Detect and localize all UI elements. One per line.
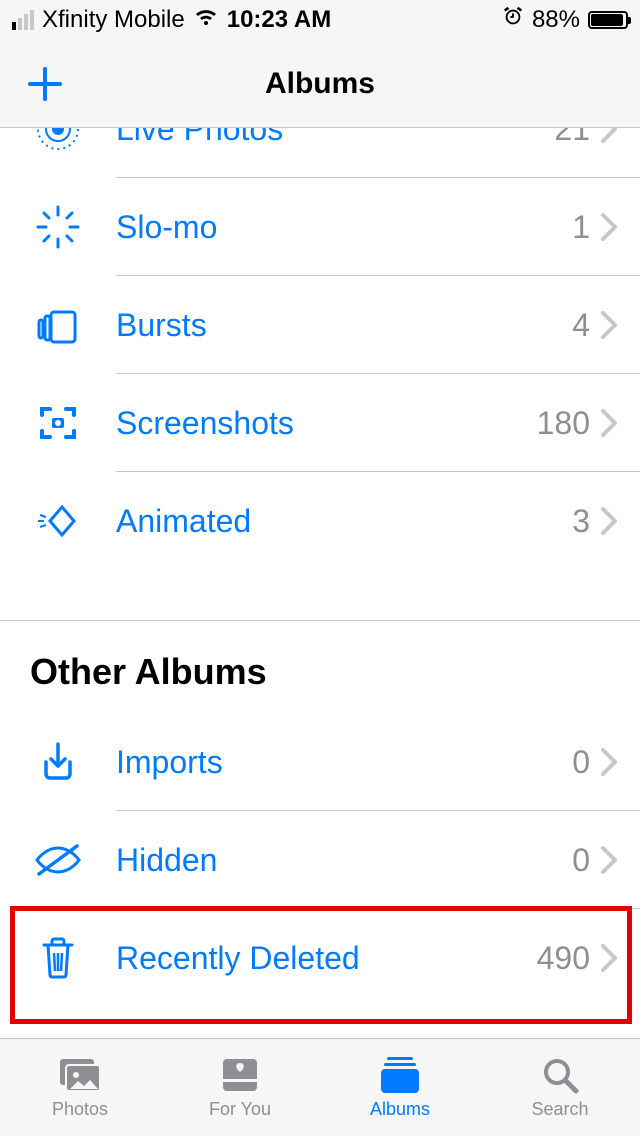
row-count: 4 [572,307,590,344]
albums-tab-icon [376,1055,424,1095]
tab-for-you[interactable]: For You [160,1039,320,1136]
status-bar: Xfinity Mobile 10:23 AM 88% [0,0,640,40]
chevron-right-icon [600,213,618,241]
search-tab-icon [536,1055,584,1095]
status-right: 88% [502,6,628,35]
row-bursts[interactable]: Bursts 4 [0,276,640,374]
add-button[interactable] [24,63,66,105]
row-count: 1 [572,209,590,246]
trash-icon [30,930,86,986]
slomo-icon [30,199,86,255]
row-count: 21 [554,128,590,148]
chevron-right-icon [600,846,618,874]
row-count: 0 [572,842,590,879]
bursts-icon [30,297,86,353]
row-label: Animated [116,503,572,540]
screenshots-icon [30,395,86,451]
chevron-right-icon [600,311,618,339]
row-label: Bursts [116,307,572,344]
chevron-right-icon [600,409,618,437]
time-label: 10:23 AM [227,6,331,34]
cell-signal-icon [12,10,34,30]
chevron-right-icon [600,507,618,535]
tab-bar: Photos For You Albums Sear [0,1038,640,1136]
tab-photos[interactable]: Photos [0,1039,160,1136]
row-label: Imports [116,744,572,781]
row-imports[interactable]: Imports 0 [0,713,640,811]
row-live-photos[interactable]: Live Photos 21 [0,128,640,178]
row-label: Live Photos [116,128,554,148]
tab-label: Albums [370,1099,430,1120]
row-count: 490 [537,940,590,977]
battery-icon [588,11,628,29]
row-recently-deleted[interactable]: Recently Deleted 490 [0,909,640,1007]
chevron-right-icon [600,944,618,972]
tab-albums[interactable]: Albums [320,1039,480,1136]
status-left: Xfinity Mobile 10:23 AM [12,6,331,34]
page-title: Albums [265,67,375,101]
carrier-label: Xfinity Mobile [42,6,185,34]
row-count: 3 [572,503,590,540]
row-screenshots[interactable]: Screenshots 180 [0,374,640,472]
row-label: Hidden [116,842,572,879]
tab-label: Photos [52,1099,108,1120]
content-scroll[interactable]: Live Photos 21 Slo-mo 1 [0,128,640,1038]
chevron-right-icon [600,128,618,143]
row-hidden[interactable]: Hidden 0 [0,811,640,909]
tab-label: Search [531,1099,588,1120]
photos-tab-icon [56,1055,104,1095]
section-header-other: Other Albums [0,621,640,713]
row-label: Screenshots [116,405,537,442]
chevron-right-icon [600,748,618,776]
row-count: 0 [572,744,590,781]
live-photos-icon [30,128,86,157]
hidden-icon [30,832,86,888]
row-label: Slo-mo [116,209,572,246]
animated-icon [30,493,86,549]
battery-label: 88% [532,6,580,34]
imports-icon [30,734,86,790]
row-slomo[interactable]: Slo-mo 1 [0,178,640,276]
tab-search[interactable]: Search [480,1039,640,1136]
nav-bar: Albums [0,40,640,128]
wifi-icon [193,6,219,34]
alarm-icon [502,6,524,35]
row-animated[interactable]: Animated 3 [0,472,640,570]
row-label: Recently Deleted [116,940,537,977]
foryou-tab-icon [216,1055,264,1095]
row-count: 180 [537,405,590,442]
tab-label: For You [209,1099,271,1120]
